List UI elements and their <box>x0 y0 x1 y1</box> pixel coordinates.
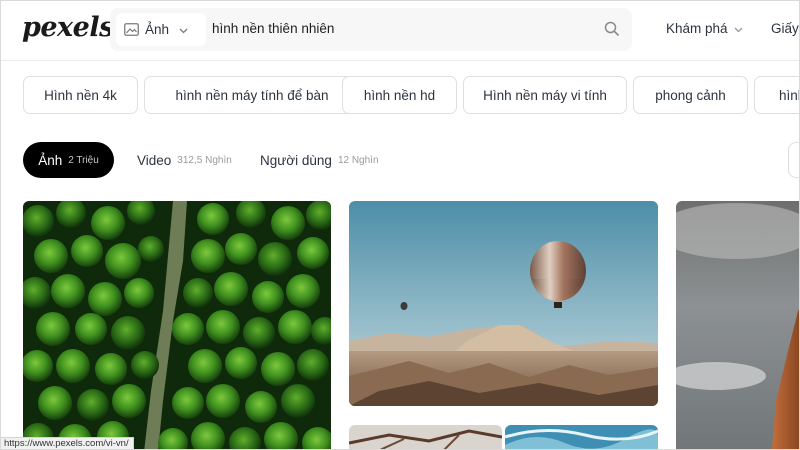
tab-users[interactable]: Người dùng 12 Nghìn <box>260 142 379 178</box>
forest-aerial-photo-image <box>23 201 331 450</box>
photo-rock-sky[interactable] <box>676 201 800 450</box>
hot-air-balloon-photo-image <box>349 201 658 406</box>
photo-branches[interactable] <box>349 425 502 450</box>
tab-photos-label: Ảnh <box>38 152 63 168</box>
search-type-label: Ảnh <box>145 22 170 37</box>
tab-users-count: 12 Nghìn <box>337 154 379 166</box>
chip-hinh-nen-may-tinh-de-ban[interactable]: hình nền máy tính để bàn <box>144 76 360 114</box>
tab-photos-count: 2 Triệu <box>68 154 99 166</box>
rock-sky-photo-image <box>676 201 800 450</box>
tab-videos-count: 312,5 Nghìn <box>177 154 232 166</box>
pexels-logo[interactable]: pexels <box>22 12 114 43</box>
tab-videos[interactable]: Video 312,5 Nghìn <box>137 142 232 178</box>
tab-videos-label: Video <box>137 152 172 168</box>
search-type-dropdown[interactable]: Ảnh <box>116 13 206 46</box>
photo-forest-aerial[interactable] <box>23 201 331 450</box>
chevron-down-icon <box>734 21 743 36</box>
chip-phong-canh[interactable]: phong cảnh <box>633 76 748 114</box>
filter-button[interactable] <box>788 142 800 178</box>
chip-hinh-nen-hd[interactable]: hình nền hd <box>342 76 457 114</box>
tab-users-label: Người dùng <box>260 152 332 168</box>
nav-explore-label: Khám phá <box>666 21 728 36</box>
chip-hinh-nen-may-vi-tinh[interactable]: Hình nền máy vi tính <box>463 76 627 114</box>
search-input[interactable]: hình nền thiên nhiên <box>212 21 334 36</box>
ocean-wave-photo-image <box>505 425 658 450</box>
image-icon <box>124 23 139 36</box>
chip-hinh-nen-4k[interactable]: Hình nền 4k <box>23 76 138 114</box>
status-bar-url: https://www.pexels.com/vi-vn/ <box>0 437 134 450</box>
nav-explore-menu[interactable]: Khám phá <box>666 21 743 36</box>
branches-photo-image <box>349 425 502 450</box>
photo-ocean-wave[interactable] <box>505 425 658 450</box>
search-bar[interactable]: Ảnh hình nền thiên nhiên <box>110 8 632 51</box>
tab-photos[interactable]: Ảnh 2 Triệu <box>23 142 114 178</box>
top-header: pexels Ảnh hình nền thiên nhiên Khám phá… <box>0 0 800 60</box>
chip-partial[interactable]: hình <box>754 76 800 114</box>
photo-hot-air-balloon[interactable] <box>349 201 658 406</box>
search-icon[interactable] <box>604 21 620 37</box>
header-divider <box>0 60 800 61</box>
nav-license-link[interactable]: Giấy <box>771 21 799 36</box>
chevron-down-icon <box>179 22 188 37</box>
